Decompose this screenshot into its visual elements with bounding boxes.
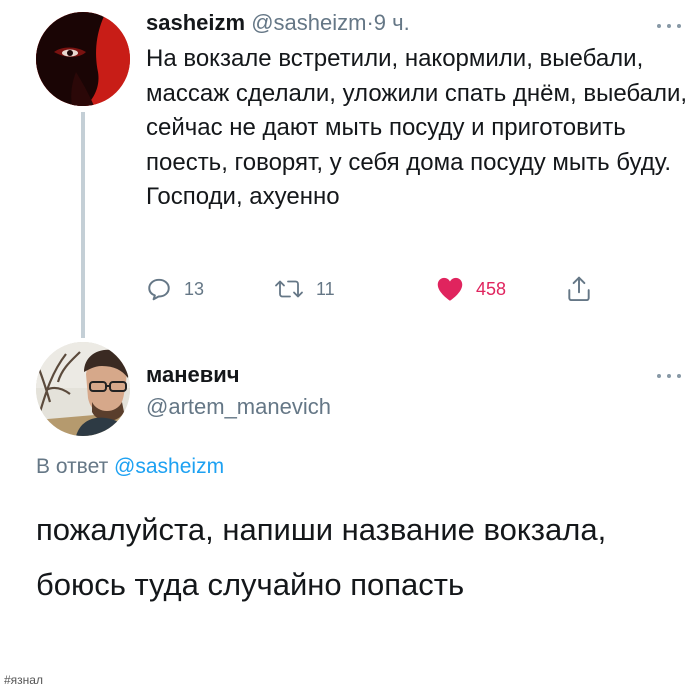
more-options-icon[interactable]	[657, 372, 681, 380]
like-button[interactable]: 458	[436, 272, 506, 306]
handle[interactable]: @sasheizm	[251, 10, 366, 35]
avatar[interactable]	[36, 342, 130, 436]
retweet-icon	[275, 280, 303, 298]
tweet[interactable]: sasheizm @sasheizm·9 ч. На вокзале встре…	[0, 0, 700, 338]
reply-count: 13	[184, 278, 205, 299]
reply-bubble-icon	[148, 278, 170, 301]
like-count: 458	[476, 278, 507, 299]
watermark: #язнал	[4, 673, 43, 687]
avatar-red-portrait-icon	[36, 12, 130, 106]
reply-text: пожалуйста, напиши название вокзала, бою…	[36, 512, 607, 602]
tweet-header: sasheizm @sasheizm·9 ч.	[146, 8, 410, 38]
retweet-count: 11	[316, 278, 335, 299]
share-button[interactable]	[566, 272, 592, 306]
retweet-button[interactable]: 11	[274, 272, 335, 306]
tweet-actions: 13 11 458	[146, 272, 606, 306]
handle[interactable]: @artem_manevich	[146, 392, 331, 422]
mention-link[interactable]: @sasheizm	[114, 455, 224, 478]
reply-button[interactable]: 13	[146, 272, 204, 306]
share-icon	[568, 276, 590, 302]
reply-prefix: В ответ	[36, 455, 109, 478]
separator-dot: ·	[366, 10, 374, 35]
thread-line	[81, 112, 85, 338]
tweet-text: На вокзале встретили, накормили, выебали…	[146, 45, 688, 210]
avatar-photo-portrait-icon	[36, 342, 130, 436]
more-options-icon[interactable]	[657, 22, 681, 30]
timestamp[interactable]: 9 ч.	[374, 10, 410, 35]
reply-context: В ответ @sasheizm	[36, 452, 224, 482]
display-name[interactable]: маневич	[146, 360, 240, 390]
heart-icon	[437, 277, 463, 301]
avatar[interactable]	[36, 12, 130, 106]
display-name[interactable]: sasheizm	[146, 10, 245, 35]
